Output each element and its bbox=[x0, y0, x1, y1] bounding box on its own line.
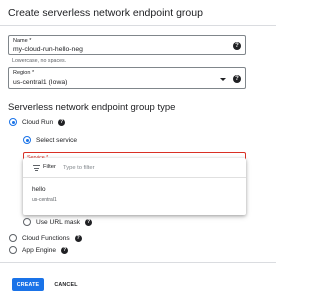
option-region: us-central1 bbox=[32, 197, 57, 203]
radio-url-mask[interactable]: Use URL mask ? bbox=[23, 218, 93, 226]
service-dropdown-panel: Filter hello us-central1 bbox=[23, 158, 246, 215]
header-divider bbox=[0, 25, 276, 26]
radio-url-mask-label: Use URL mask bbox=[36, 218, 81, 226]
region-field-label: Region * bbox=[13, 70, 35, 76]
help-icon[interactable]: ? bbox=[58, 118, 66, 126]
name-field-value[interactable]: my-cloud-run-hello-neg bbox=[13, 46, 83, 53]
radio-button-selected-icon[interactable] bbox=[9, 118, 17, 126]
name-field-label: Name * bbox=[13, 38, 32, 44]
radio-cloud-run-label: Cloud Run bbox=[22, 118, 54, 126]
help-icon[interactable]: ? bbox=[61, 246, 69, 254]
help-icon[interactable]: ? bbox=[85, 218, 93, 226]
filter-row: Filter bbox=[23, 158, 246, 178]
help-icon[interactable]: ? bbox=[233, 75, 241, 83]
help-icon[interactable]: ? bbox=[74, 234, 82, 242]
radio-select-service[interactable]: Select service bbox=[23, 136, 77, 144]
radio-cloud-functions[interactable]: Cloud Functions ? bbox=[9, 234, 82, 242]
cancel-button[interactable]: CANCEL bbox=[49, 278, 83, 291]
filter-label: Filter bbox=[43, 164, 56, 170]
radio-button-selected-icon[interactable] bbox=[23, 136, 31, 144]
filter-input[interactable] bbox=[63, 162, 213, 173]
help-icon[interactable]: ? bbox=[233, 42, 241, 50]
radio-cloud-run[interactable]: Cloud Run ? bbox=[9, 118, 66, 126]
filter-list-icon bbox=[33, 165, 40, 171]
option-name: hello bbox=[32, 186, 46, 193]
section-title: Serverless network endpoint group type bbox=[8, 102, 176, 113]
footer-divider bbox=[0, 262, 276, 263]
name-field-hint: Lowercase, no spaces. bbox=[12, 58, 67, 64]
dropdown-caret-icon bbox=[220, 78, 226, 81]
region-select[interactable]: Region * us-central1 (Iowa) ? bbox=[8, 67, 246, 89]
page-title: Create serverless network endpoint group bbox=[8, 7, 203, 19]
service-option-hello[interactable]: hello us-central1 bbox=[23, 184, 246, 208]
create-button[interactable]: CREATE bbox=[12, 278, 44, 291]
radio-cloud-functions-label: Cloud Functions bbox=[22, 234, 70, 242]
radio-app-engine-label: App Engine bbox=[22, 246, 57, 254]
radio-app-engine[interactable]: App Engine ? bbox=[9, 246, 69, 254]
radio-select-service-label: Select service bbox=[36, 136, 78, 144]
radio-button-icon[interactable] bbox=[9, 246, 17, 254]
region-field-value: us-central1 (Iowa) bbox=[13, 79, 68, 86]
radio-button-icon[interactable] bbox=[23, 218, 31, 226]
name-field[interactable]: Name * my-cloud-run-hello-neg ? bbox=[8, 35, 246, 55]
radio-button-icon[interactable] bbox=[9, 234, 17, 242]
